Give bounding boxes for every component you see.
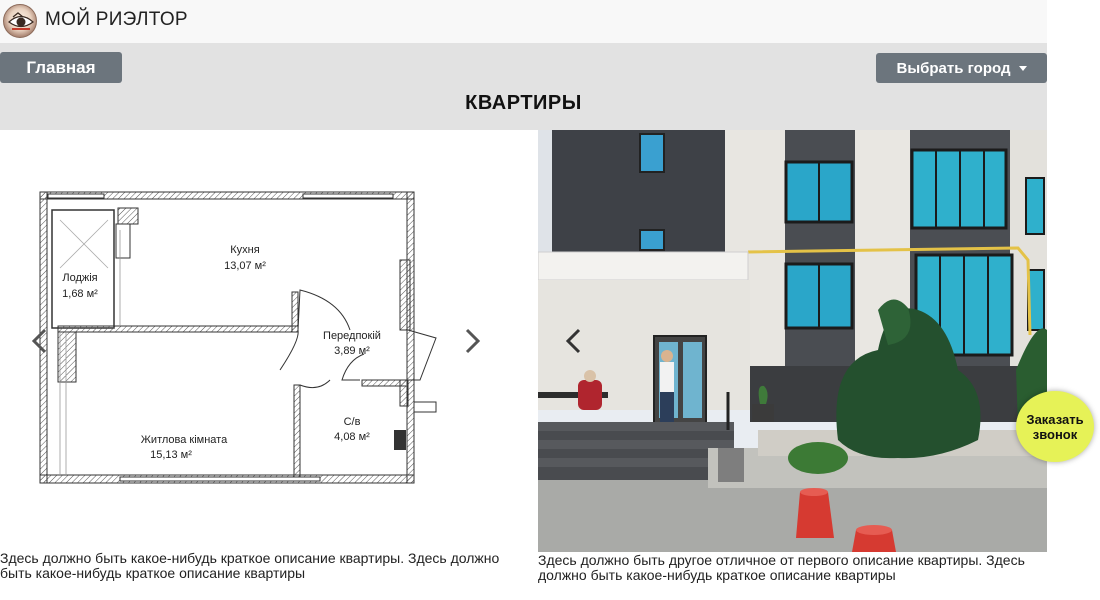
room-name: С/в — [344, 416, 361, 428]
room-area: 1,68 м² — [62, 288, 98, 300]
home-button[interactable]: Главная — [0, 52, 122, 83]
prev-slide-button[interactable] — [28, 326, 52, 356]
building-photo-carousel — [538, 130, 1047, 552]
chevron-left-icon — [565, 328, 581, 354]
building-entrance-photo — [538, 130, 1047, 552]
prev-slide-button[interactable] — [562, 326, 586, 356]
top-navbar: МОЙ РИЭЛТОР — [0, 0, 1047, 43]
room-name: Передпокій — [323, 330, 381, 342]
request-call-button[interactable]: Заказать звонок — [1016, 391, 1094, 462]
realtor-logo-icon[interactable] — [3, 4, 37, 38]
floor-plan-image: Кухня 13,07 м² Лоджія 1,68 м² Передпокій… — [39, 191, 437, 484]
room-name: Житлова кімната — [141, 434, 228, 446]
brand-name[interactable]: МОЙ РИЭЛТОР — [45, 9, 188, 31]
select-city-dropdown[interactable]: Выбрать город — [876, 53, 1047, 83]
request-call-label-line2: звонок — [1032, 426, 1078, 442]
listing-description: Здесь должно быть какое-нибудь краткое о… — [0, 550, 500, 581]
next-slide-button[interactable] — [460, 326, 484, 356]
room-name: Кухня — [230, 244, 259, 256]
room-area: 15,13 м² — [150, 449, 192, 461]
room-area: 13,07 м² — [224, 260, 266, 272]
room-area: 4,08 м² — [334, 431, 370, 443]
room-area: 3,89 м² — [334, 345, 370, 357]
page-header: Главная Выбрать город КВАРТИРЫ — [0, 43, 1047, 130]
request-call-label-line1: Заказать — [1026, 411, 1084, 427]
floor-plan-carousel: Кухня 13,07 м² Лоджія 1,68 м² Передпокій… — [0, 130, 510, 550]
chevron-left-icon — [31, 328, 47, 354]
select-city-label: Выбрать город — [896, 59, 1011, 77]
room-name: Лоджія — [62, 272, 97, 284]
chevron-right-icon — [465, 328, 481, 354]
listing-description: Здесь должно быть другое отличное от пер… — [538, 552, 1025, 583]
caret-down-icon — [1018, 65, 1027, 71]
page-title: КВАРТИРЫ — [465, 92, 582, 114]
